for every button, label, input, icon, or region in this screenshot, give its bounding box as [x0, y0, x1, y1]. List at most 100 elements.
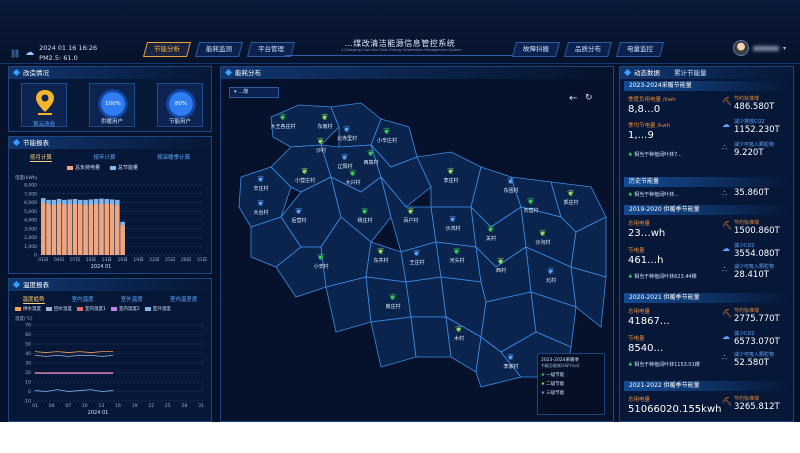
village-sprout-icon[interactable]: ❦: [455, 325, 464, 335]
map-legend: 2023-2024采暖季 节能总能耗(kW·h/㎡) ❦ 一级节能 ❦ 二级节能…: [537, 353, 605, 415]
coal-saved-label: 节约标准煤: [734, 396, 760, 402]
bar-total: [115, 205, 120, 255]
section-2023-2024: 2023-2024采暖节能量 季度负用电量 /kwh 8,8…0 季均节电量 /…: [624, 81, 789, 173]
village-sprout-icon[interactable]: ❦: [257, 199, 266, 209]
coal-icon: ⛏: [722, 309, 733, 318]
energy-bar-chart: 电量(kWh) 8,000 7,000 6,000 5,000 4,000 3,000 2,0…: [15, 174, 207, 269]
saved-power-label: 节电量: [628, 248, 645, 254]
village-sprout-icon[interactable]: ❦: [389, 293, 398, 303]
x-tick-label: 07: [65, 403, 71, 409]
x-tick-label: 16日: [117, 257, 127, 263]
user-area[interactable]: ▾: [733, 40, 786, 56]
cloud-icon: ☁: [722, 332, 730, 341]
village-sprout-icon[interactable]: ❦: [547, 267, 556, 277]
village-sprout-icon[interactable]: ❦: [279, 113, 288, 123]
village-sprout-icon[interactable]: ❦: [447, 167, 456, 177]
village-sprout-icon[interactable]: ❦: [349, 169, 358, 179]
avatar[interactable]: [733, 40, 749, 56]
pm25-text: PM2.5: 61.0: [39, 54, 78, 62]
tree-icon: ♣: [628, 362, 633, 368]
total-power-value: 51066020.155kwh: [628, 404, 722, 415]
tab-outdoor-temp[interactable]: 室外温度: [121, 295, 143, 304]
tree-equivalent: ♣ 相当于种植阔叶林…: [628, 192, 680, 198]
village-label: 大兴村: [345, 180, 361, 186]
village-sprout-icon[interactable]: ❦: [317, 253, 326, 263]
tab-dynamic-data[interactable]: 动态数据: [634, 67, 660, 79]
village-sprout-icon[interactable]: ❦: [301, 167, 310, 177]
header-datetime: ⛓ ☁ 2024 01 16 16:26 PM2.5: 61.0: [10, 44, 97, 62]
tab-indoor-diff[interactable]: 室内温差度: [170, 295, 198, 304]
village-sprout-icon[interactable]: ❦: [321, 113, 330, 123]
y-tick-label: 2,000: [24, 235, 37, 241]
village-sprout-icon[interactable]: ❦: [507, 177, 516, 187]
village-label: 李家村: [503, 364, 519, 370]
location-pin-icon: [36, 90, 54, 115]
datetime-text: 2024 01 16 16:26: [39, 44, 98, 52]
village-sprout-icon[interactable]: ❦: [343, 125, 352, 135]
right-tabs: 动态数据 累计节能量: [620, 67, 793, 79]
village-label: 南庄村: [385, 304, 401, 310]
particles-label: 减少可吸入颗粒物: [734, 142, 775, 148]
village-sprout-icon[interactable]: ❦: [497, 257, 506, 267]
village-sprout-icon[interactable]: ❦: [257, 175, 266, 185]
nav-energy-analysis[interactable]: 节能分析: [142, 42, 192, 57]
village-sprout-icon[interactable]: ❦: [453, 247, 462, 257]
x-tick-label: 13: [99, 403, 105, 409]
x-tick-label: 19: [132, 403, 138, 409]
saved-power-label: 季均节电量 /kwh: [628, 123, 671, 129]
legend-indoor1: 室内温度1: [77, 306, 106, 312]
y-axis-title: 电量(kWh): [15, 174, 38, 181]
tab-indoor-temp[interactable]: 室内温度: [72, 295, 94, 304]
co2-value: 3554.080T: [734, 249, 780, 259]
village-sprout-icon[interactable]: ❦: [317, 137, 326, 147]
map-legend-level1: ❦ 一级节能: [541, 373, 565, 378]
village-label: 百户村: [403, 218, 419, 224]
village-sprout-icon[interactable]: ❦: [487, 225, 496, 235]
village-sprout-icon[interactable]: ❦: [507, 353, 516, 363]
village-sprout-icon[interactable]: ❦: [367, 149, 376, 159]
tile-cloud-reform[interactable]: 首云改造: [21, 83, 67, 128]
bar-total: [99, 203, 104, 255]
legend-save: 总节能量: [110, 164, 138, 171]
village-sprout-icon[interactable]: ❦: [295, 207, 304, 217]
legend-outdoor: 室外温度: [144, 306, 171, 312]
section-title: 2020-2021 供暖季节能量: [624, 293, 789, 303]
tab-by-month[interactable]: 按月计算: [29, 153, 52, 162]
coal-saved-value: 3265.812T: [734, 402, 780, 412]
nav-quality[interactable]: 品质分布: [563, 42, 613, 57]
village-label: 沙鸿村: [445, 226, 461, 232]
x-tick-label: 28日: [181, 257, 191, 263]
village-sprout-icon[interactable]: ❦: [539, 229, 548, 239]
tree-icon: ♣: [628, 192, 633, 198]
village-sprout-icon[interactable]: ❦: [341, 153, 350, 163]
coal-saved-value: 1500.860T: [734, 226, 780, 236]
tile-saving-users[interactable]: 80% 节能用户: [157, 83, 203, 127]
village-sprout-icon[interactable]: ❦: [527, 197, 536, 207]
village-sprout-icon[interactable]: ❦: [407, 207, 416, 217]
temp-line-chart: 温度(℃)70 60 50 40 30 20 10 0 -1001 04 07 10 13 16 19 22 2…: [15, 315, 204, 416]
page-bottom-margin: [0, 422, 800, 453]
village-sprout-icon[interactable]: ❦: [449, 215, 458, 225]
saved-power-value: 461…h: [628, 255, 664, 266]
village-sprout-icon[interactable]: ❦: [377, 247, 386, 257]
tile-heating-users[interactable]: 100% 供暖用户: [89, 83, 135, 127]
nav-fault[interactable]: 故障抖搬: [511, 42, 561, 57]
tab-cumulative[interactable]: 累计节能量: [674, 67, 707, 79]
co2-value: 1152.230T: [734, 125, 780, 135]
section-history: 历史节能量 ♣ 相当于种植阔叶林… ∴ 35.860T: [624, 177, 789, 203]
village-sprout-icon[interactable]: ❦: [383, 127, 392, 137]
nav-power-monitor[interactable]: 电量监控: [615, 42, 665, 57]
tree-icon: ♣: [628, 152, 633, 158]
energy-report-title: 节能报表: [9, 137, 211, 149]
tab-by-year[interactable]: 按年计算: [93, 153, 115, 162]
tile-label-heating: 供暖用户: [100, 119, 123, 125]
legend-total: 总负荷电量: [67, 164, 100, 171]
village-sprout-icon[interactable]: ❦: [413, 249, 422, 259]
village-sprout-icon[interactable]: ❦: [361, 207, 370, 217]
tab-temp-trend[interactable]: 温度趋势: [22, 295, 45, 304]
nav-energy-monitor[interactable]: 能耗监测: [194, 42, 244, 57]
village-label: 西村: [495, 268, 506, 274]
tab-by-season[interactable]: 按采暖季计算: [157, 153, 190, 162]
chevron-down-icon[interactable]: ▾: [783, 45, 786, 52]
village-sprout-icon[interactable]: ❦: [567, 189, 576, 199]
